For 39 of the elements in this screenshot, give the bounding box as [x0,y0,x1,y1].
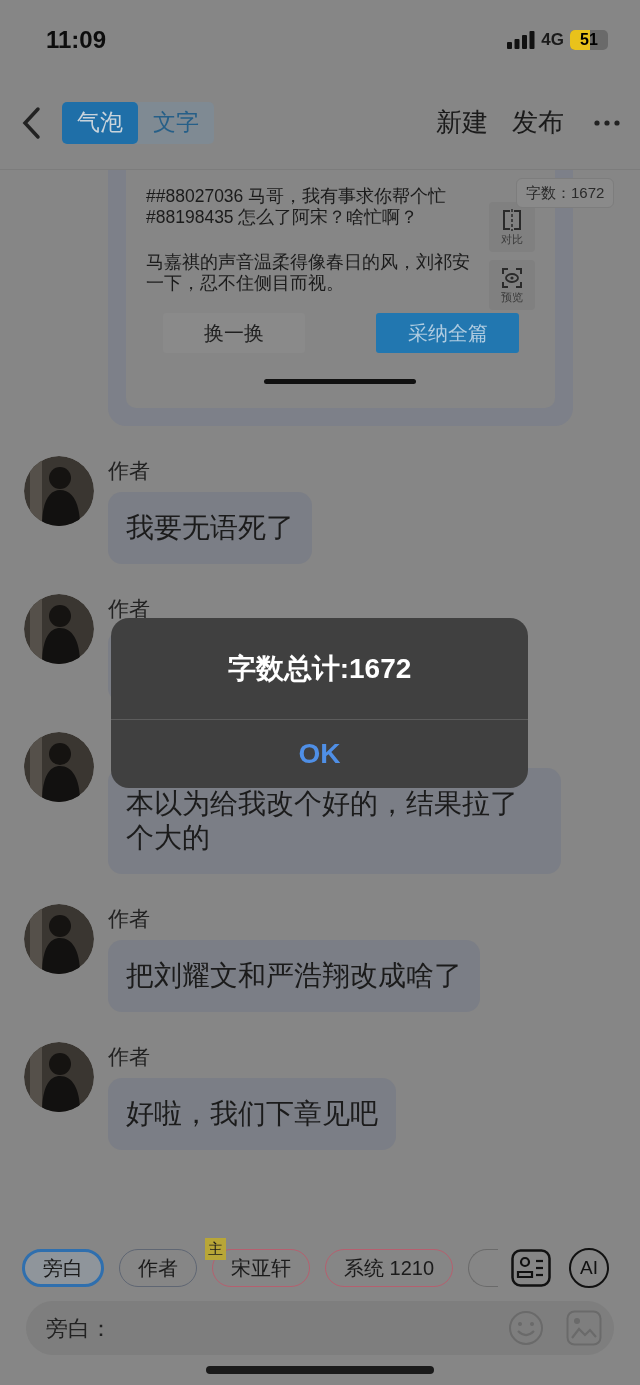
avatar [24,1042,94,1112]
lead-badge: 主 [205,1238,226,1260]
nav-action[interactable]: 发布 [512,103,564,142]
preview-text-line: 马嘉祺的声音温柔得像春日的风，刘祁安 [146,252,471,273]
nav-action[interactable]: 新建 [436,103,488,142]
avatar [24,732,94,802]
message-bubble: 我要无语死了 [108,492,312,564]
back-icon[interactable] [20,105,42,140]
alert-title: 字数总计:1672 [226,651,413,686]
avatar [24,904,94,974]
sender-name: 作者 [108,1045,150,1068]
contact-card-icon[interactable] [511,1249,551,1287]
preview-text-line: ##88027036 马哥，我有事求你帮个忙 [146,186,448,207]
preview-action-button[interactable]: 换一换 [163,313,305,353]
preview-tool-button[interactable]: 对比 [489,202,535,252]
clock-time: 11:09 [46,25,107,55]
compare-icon [501,209,523,231]
message-bubble: 把刘耀文和严浩翔改成啥了 [108,940,480,1012]
preview-text-line: #88198435 怎么了阿宋？啥忙啊？ [146,207,420,228]
more-icon[interactable] [594,119,620,126]
preview-action-button[interactable]: 采纳全篇 [376,313,519,353]
eye-icon [501,267,523,289]
sender-name: 作者 [108,907,150,930]
mode-tab[interactable]: 气泡 [62,101,138,144]
network-label: 4G [541,29,564,52]
word-count-badge: 字数：1672 [516,178,615,208]
avatar [24,456,94,526]
speaker-chip[interactable]: 旁白 [22,1249,104,1287]
sender-name: 作者 [108,459,150,482]
ai-button[interactable]: AI [569,1248,609,1288]
preview-text-line: 一下，忍不住侧目而视。 [146,273,345,294]
message-bubble: 好啦，我们下章见吧 [108,1078,396,1150]
message-input-field[interactable]: 旁白： [46,1311,508,1345]
battery-icon: 51 [570,30,608,50]
sender-name: 作者 [108,597,150,620]
signal-icon [507,31,536,49]
preview-tool-button[interactable]: 预览 [489,260,535,310]
message-input[interactable]: 旁白： [26,1301,614,1355]
avatar [24,594,94,664]
